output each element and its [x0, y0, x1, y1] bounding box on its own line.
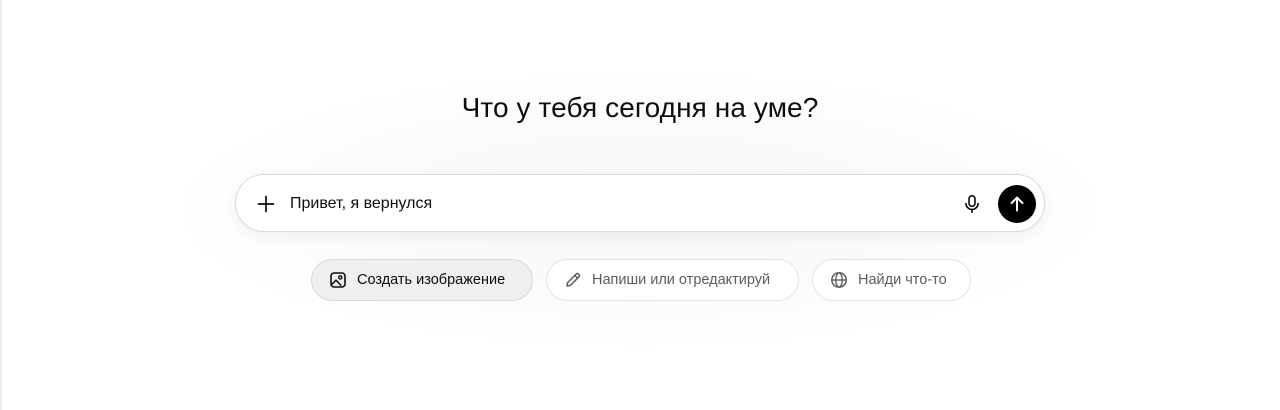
find-something-chip[interactable]: Найди что-то [812, 259, 971, 301]
pencil-icon [563, 270, 583, 290]
chip-label: Создать изображение [357, 272, 506, 288]
globe-icon [829, 270, 849, 290]
page-title: Что у тебя сегодня на уме? [461, 92, 819, 123]
image-icon [328, 270, 348, 290]
voice-input-button[interactable] [958, 190, 986, 218]
prompt-composer [235, 174, 1045, 232]
arrow-up-icon [1010, 196, 1024, 212]
plus-icon [257, 195, 275, 213]
add-attachment-button[interactable] [252, 190, 280, 218]
suggestion-chips: Создать изображение Напиши или отредакти… [0, 259, 1280, 301]
create-image-chip[interactable]: Создать изображение [311, 259, 533, 301]
write-or-edit-chip[interactable]: Напиши или отредактируй [546, 259, 799, 301]
send-button[interactable] [998, 185, 1036, 223]
microphone-icon [965, 194, 979, 214]
chip-label: Найди что-то [858, 272, 947, 288]
left-divider [0, 0, 2, 410]
chip-label: Напиши или отредактируй [592, 272, 771, 288]
prompt-input[interactable] [290, 189, 930, 219]
